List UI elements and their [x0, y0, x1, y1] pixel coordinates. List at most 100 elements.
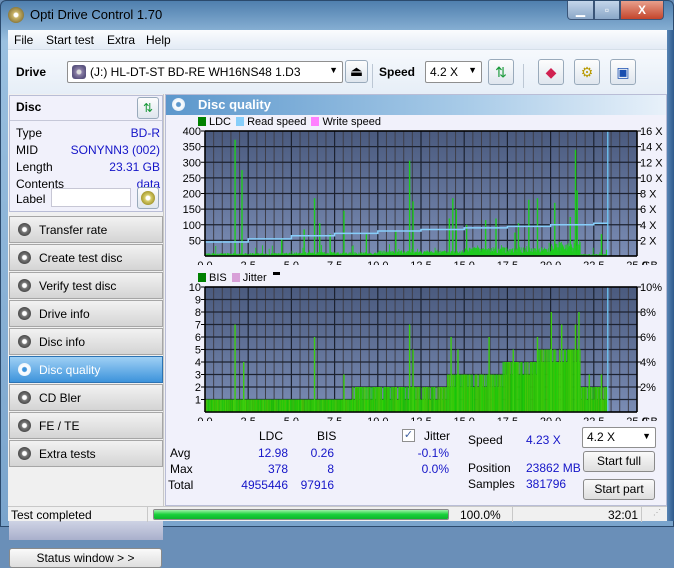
- nav-item-fe-te[interactable]: FE / TE: [9, 412, 163, 439]
- avg-bis: 0.26: [310, 446, 334, 460]
- nav-item-label: Disc info: [39, 335, 86, 349]
- ldc-spike: [517, 223, 520, 256]
- app-disc-icon: [8, 7, 24, 23]
- toolbar-separator: [372, 64, 373, 88]
- label-key: Label: [16, 192, 46, 206]
- ldc-spike: [313, 198, 316, 256]
- nav-item-label: FE / TE: [39, 419, 80, 433]
- y-tick-label: 6: [195, 332, 201, 344]
- x-tick-label: 5.0: [284, 416, 299, 421]
- x-tick-label: 12.5: [410, 260, 431, 265]
- y-right-tick-label: 6%: [640, 332, 656, 344]
- label-disc-button[interactable]: [137, 187, 159, 209]
- ldc-spike: [281, 238, 283, 256]
- position-label: Position: [468, 461, 511, 475]
- nav-item-verify-test-disc[interactable]: Verify test disc: [9, 272, 163, 299]
- y-tick-label: 100: [183, 220, 201, 232]
- refresh-arrows-icon: ⇅: [495, 64, 507, 80]
- bis-spike: [313, 337, 316, 412]
- ldc-spike: [576, 190, 578, 256]
- jitter-label: Jitter: [424, 429, 451, 443]
- bis-spike: [457, 349, 459, 412]
- disc-value: 23.31 GB: [109, 160, 160, 174]
- minimize-button[interactable]: ▁: [567, 1, 594, 20]
- title-bar: Opti Drive Control 1.70 ▁ ▫ X: [1, 1, 673, 29]
- x-tick-label: 22.5: [583, 416, 604, 421]
- legend-marker: [272, 272, 280, 275]
- y-right-tick-label: 12 X: [640, 157, 663, 169]
- x-tick-label: 2.5: [241, 260, 256, 265]
- nav-item-label: Transfer rate: [39, 223, 108, 237]
- y-tick-label: 350: [183, 142, 201, 154]
- erase-button[interactable]: ◆: [538, 59, 564, 85]
- y-right-tick-label: 16 X: [640, 126, 663, 138]
- y-right-tick-label: 4 X: [640, 220, 657, 232]
- nav-item-label: Extra tests: [39, 447, 96, 461]
- avg-jitter: -0.1%: [417, 446, 449, 460]
- col-ldc: LDC: [259, 429, 284, 443]
- app-window: Opti Drive Control 1.70 ▁ ▫ X File Start…: [0, 0, 674, 568]
- y-right-tick-label: 6 X: [640, 204, 657, 216]
- menu-help[interactable]: Help: [146, 33, 171, 47]
- ldc-spike: [455, 209, 457, 256]
- menu-start-test[interactable]: Start test: [46, 33, 94, 47]
- menu-file[interactable]: File: [14, 33, 33, 47]
- ldc-spike: [452, 198, 454, 256]
- ldc-spike: [234, 139, 236, 256]
- disc-value: BD-R: [130, 126, 160, 140]
- menu-extra[interactable]: Extra: [107, 33, 135, 47]
- resize-grip-icon[interactable]: ⋰: [653, 508, 661, 517]
- y-tick-label: 300: [183, 157, 201, 169]
- eject-button[interactable]: ⏏: [345, 60, 368, 83]
- nav-item-extra-tests[interactable]: Extra tests: [9, 440, 163, 467]
- ldc-spike: [448, 218, 451, 256]
- ldc-spike: [536, 198, 539, 256]
- nav-item-disc-info[interactable]: Disc info: [9, 328, 163, 355]
- max-bis: 8: [327, 462, 334, 476]
- drive-icon: [72, 65, 86, 79]
- y-right-tick-label: 8%: [640, 307, 656, 319]
- test-speed-select[interactable]: 4.2 X ▼: [582, 427, 656, 448]
- speed-select[interactable]: 4.2 X ▼: [425, 61, 482, 83]
- ldc-spike: [319, 223, 321, 256]
- gears-icon: ⚙: [580, 64, 594, 80]
- ldc-spike: [395, 231, 397, 256]
- x-tick-label: 0.0: [197, 260, 212, 265]
- save-button[interactable]: ▣: [610, 59, 636, 85]
- jitter-checkbox[interactable]: ✓: [402, 429, 415, 442]
- drive-select-value: (J:) HL-DT-ST BD-RE WH16NS48 1.D3: [90, 65, 301, 79]
- status-bar: Test completed 100.0% 32:01 ⋰: [8, 506, 667, 522]
- y-right-tick-label: 4%: [640, 357, 656, 369]
- drive-select[interactable]: (J:) HL-DT-ST BD-RE WH16NS48 1.D3 ▼: [67, 61, 343, 83]
- nav-item-create-test-disc[interactable]: Create test disc: [9, 244, 163, 271]
- ldc-spike: [514, 232, 516, 256]
- bis-spike: [450, 337, 452, 412]
- test-speed-value: 4.2 X: [587, 430, 616, 444]
- bis-spike: [512, 349, 514, 412]
- nav-item-disc-quality[interactable]: Disc quality: [9, 356, 163, 383]
- y-tick-label: 5: [195, 345, 201, 357]
- nav-item-transfer-rate[interactable]: Transfer rate: [9, 216, 163, 243]
- close-button[interactable]: X: [620, 1, 664, 20]
- bis-chart: 12345678910 2% 4% 6% 8% 10% 0.0 2.5 5.0 7.5 10.0 12…: [189, 282, 662, 421]
- nav-item-cd-bler[interactable]: CD Bler: [9, 384, 163, 411]
- nav-item-drive-info[interactable]: Drive info: [9, 300, 163, 327]
- disc-refresh-button[interactable]: ⇅: [137, 97, 159, 119]
- y-tick-label: 150: [183, 204, 201, 216]
- bis-spike: [600, 374, 603, 412]
- y-right-tick-label: 2 X: [640, 235, 657, 247]
- status-window-button[interactable]: Status window > >: [9, 548, 162, 568]
- samples-value: 381796: [526, 477, 567, 491]
- start-part-button[interactable]: Start part: [583, 479, 655, 500]
- settings-button[interactable]: ⚙: [574, 59, 600, 85]
- total-ldc: 4955446: [241, 478, 288, 492]
- start-full-button[interactable]: Start full: [583, 451, 655, 472]
- col-bis: BIS: [317, 429, 337, 443]
- x-tick-label: 7.5: [327, 416, 342, 421]
- label-input[interactable]: [51, 188, 131, 207]
- maximize-button[interactable]: ▫: [594, 1, 620, 20]
- refresh-button[interactable]: ⇅: [488, 59, 514, 85]
- ldc-spike: [495, 218, 497, 256]
- progress-bar: [153, 509, 449, 520]
- disc-tool-icon: [18, 335, 31, 348]
